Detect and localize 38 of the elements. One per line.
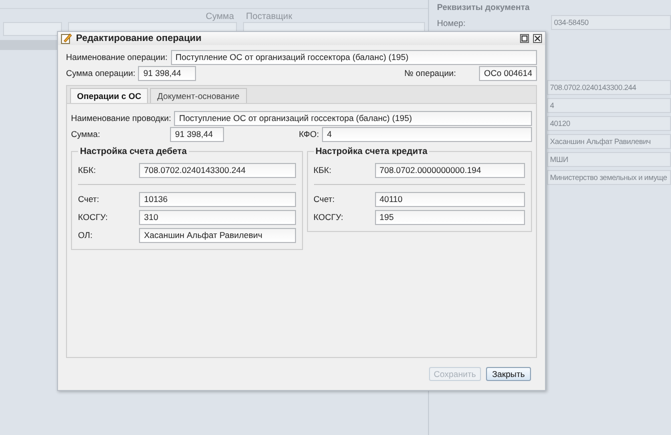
text-field[interactable]: 91 398,44 xyxy=(170,126,224,142)
field-label: № операции: xyxy=(404,68,456,78)
text-field[interactable]: 708.0702.0240143300.244 xyxy=(139,162,296,178)
text-field[interactable]: 40110 xyxy=(374,192,525,206)
field-label: Номер: xyxy=(437,18,467,28)
text-field[interactable]: 4 xyxy=(322,126,532,142)
maximize-button[interactable] xyxy=(520,34,529,43)
text-field[interactable]: 91 398,44 xyxy=(138,66,196,80)
field-label: Сумма операции: xyxy=(66,68,136,78)
text-field[interactable]: 708.0702.0000000000.194 xyxy=(374,162,525,178)
field-label: Сумма: xyxy=(71,129,102,139)
text-field[interactable]: Хасаншин Альфат Равилевич xyxy=(139,228,296,242)
tab[interactable]: Операции с ОС xyxy=(70,88,148,103)
text-field[interactable]: 310 xyxy=(139,210,296,224)
field-label: Счет: xyxy=(314,194,336,204)
text-field[interactable]: Поступление ОС от организаций госсектора (баланс) (195) xyxy=(170,50,537,64)
window-title: Редактирование операции xyxy=(76,33,202,44)
field-label: КФО: xyxy=(298,129,319,139)
group-title: Настройка счета кредита xyxy=(314,146,428,156)
text-field[interactable]: 195 xyxy=(374,210,525,224)
field-label: ОЛ: xyxy=(78,230,94,240)
field-label: Счет: xyxy=(78,194,100,204)
edit-icon xyxy=(61,33,72,44)
text-field[interactable]: ОСо 004614 xyxy=(479,66,537,80)
field-label: КОСГУ: xyxy=(78,212,109,222)
field-label: КБК: xyxy=(314,165,332,175)
group-title: Настройка счета дебета xyxy=(79,146,188,156)
filter-field[interactable] xyxy=(3,22,62,36)
field-label: КОСГУ: xyxy=(314,212,344,222)
field-label: Наименование проводки: xyxy=(71,113,172,123)
field-label: Наименование операции: xyxy=(66,52,168,62)
section-title: Реквизиты документа xyxy=(437,2,531,12)
close-button[interactable] xyxy=(533,34,542,43)
dialog-button[interactable]: Закрыть xyxy=(486,367,531,381)
text-field[interactable]: 10136 xyxy=(139,192,296,206)
text-field[interactable]: Поступление ОС от организаций госсектора (баланс) (195) xyxy=(174,110,532,126)
field-label: КБК: xyxy=(78,165,97,175)
tab[interactable]: Документ-основание xyxy=(150,88,247,103)
